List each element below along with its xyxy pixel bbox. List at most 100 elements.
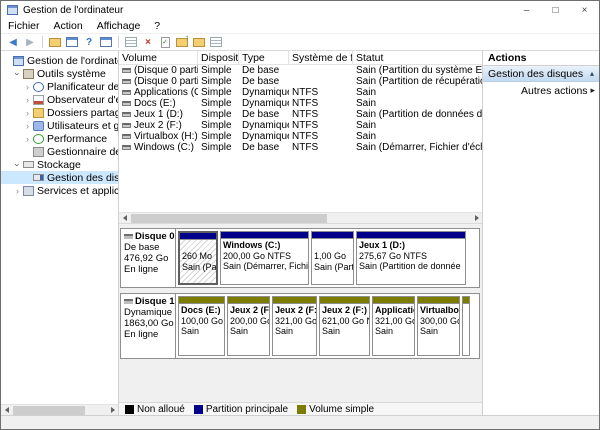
tree-item-label: Gestionnaire de périphériques [47,146,118,158]
menu-fichier[interactable]: Fichier [1,19,47,33]
sidebar-item-utilisateurs-groupes[interactable]: ›Utilisateurs et groupes locaux [1,119,118,132]
partition-status: Sain (Part [182,262,214,273]
disk-1-label[interactable]: Disque 1Dynamique1863,00 GoEn ligne [121,294,176,358]
sidebar-item-gestion-des-disques[interactable]: Gestion des disques [1,171,118,184]
up-level-folder-icon[interactable] [47,35,63,50]
collapsed-chevron-icon[interactable]: › [23,121,32,131]
column-header-volume[interactable]: Volume [119,51,198,64]
scroll-left-icon[interactable] [119,213,130,224]
cell: Simple [198,120,239,131]
cell: (Disque 0 partition 4) [119,76,198,87]
disk-row-0: Disque 0De base476,92 GoEn ligne260 MoSa… [120,228,480,288]
legend-non-alloue: Non alloué [125,404,185,415]
partition-cut[interactable] [462,296,470,356]
expanded-chevron-icon[interactable]: › [13,160,23,169]
table-row[interactable]: Jeux 1 (D:)SimpleDe baseNTFSSain (Partit… [119,109,482,120]
partition-260-mo[interactable]: 260 MoSain (Part [178,231,218,285]
partition-applications[interactable]: Applications321,00 Go N'Sain [372,296,415,356]
delete-volume-icon[interactable]: × [140,35,156,50]
explore-folder-icon[interactable]: ↑ [174,35,190,50]
disk-0-label[interactable]: Disque 0De base476,92 GoEn ligne [121,229,176,287]
partition-status: Sain [420,326,457,337]
help-icon[interactable]: ? [81,35,97,50]
partition-windows-c[interactable]: Windows (C:)200,00 Go NTFSSain (Démarrer… [220,231,309,285]
collapsed-chevron-icon[interactable]: › [13,186,22,196]
collapsed-chevron-icon[interactable]: › [23,95,32,105]
disk-name: Disque 1 [124,296,172,307]
sidebar-item-observateur-evenements[interactable]: ›Observateur d'événements [1,93,118,106]
expanded-chevron-icon[interactable]: › [13,69,23,78]
scrollbar-thumb[interactable] [13,406,85,415]
forward-icon[interactable]: ▶ [22,35,38,50]
actions-item-autres-actions[interactable]: Autres actions▸ [483,82,599,99]
tools-icon [23,69,34,79]
sidebar-item-gestion-ordinateur[interactable]: Gestion de l'ordinateur (local) [1,54,118,67]
sidebar-item-stockage[interactable]: ›Stockage [1,158,118,171]
cell: Simple [198,87,239,98]
column-header-type[interactable]: Type [239,51,289,64]
back-icon[interactable]: ◀ [5,35,21,50]
collapsed-chevron-icon[interactable]: › [23,134,32,144]
partition-jeux-2-f[interactable]: Jeux 2 (F:)621,00 Go NTSain [319,296,370,356]
details-list-icon-glyph [210,37,222,47]
cell-text: (Disque 0 partition 4) [134,76,198,87]
column-header-disposition[interactable]: Disposition [198,51,239,64]
partition-title: Jeux 2 (F:) [230,305,267,316]
collapse-arrow-icon[interactable]: ▴ [590,69,594,78]
device-manager-icon [33,147,44,157]
sidebar-item-performance[interactable]: ›Performance [1,132,118,145]
edit-folder-icon[interactable] [191,35,207,50]
menu-action[interactable]: Action [47,19,90,33]
partition-jeux-2-f[interactable]: Jeux 2 (F:)321,00 Go N'Sain [272,296,317,356]
disk-management-panel: VolumeDispositionTypeSystème de fichiers… [119,51,482,415]
maximize-button[interactable]: □ [541,1,570,19]
column-header-systeme-de-fichiers[interactable]: Système de fichiers [289,51,353,64]
table-row[interactable]: Applications (G:)SimpleDynamiqueNTFSSain [119,87,482,98]
partition-jeux-2-f[interactable]: Jeux 2 (F:)200,00 Go NSain [227,296,270,356]
cell: Sain (Partition de données de base) [353,109,482,120]
close-button[interactable]: × [570,1,599,19]
console-window-icon[interactable] [64,35,80,50]
actions-panel: Actions Gestion des disques ▴ Autres act… [482,51,599,415]
scroll-left-icon[interactable] [1,405,12,416]
actions-section-disk-management[interactable]: Gestion des disques ▴ [483,66,599,82]
table-row[interactable]: Windows (C:)SimpleDe baseNTFSSain (Démar… [119,142,482,153]
sidebar-item-dossiers-partages[interactable]: ›Dossiers partagés [1,106,118,119]
sidebar-item-outils-systeme[interactable]: ›Outils système [1,67,118,80]
table-row[interactable]: Docs (E:)SimpleDynamiqueNTFSSain [119,98,482,109]
disk-name-text: Disque 0 [135,231,175,242]
partition-status: Sain [322,326,367,337]
volume-horizontal-scrollbar[interactable] [119,212,482,223]
scroll-right-icon[interactable] [107,405,118,416]
check-document-icon[interactable]: ✓ [157,35,173,50]
menu-affichage[interactable]: Affichage [90,19,148,33]
tree-item-label: Gestion des disques [47,172,118,184]
table-row[interactable]: (Disque 0 partition 1)SimpleDe baseSain … [119,65,482,76]
collapsed-chevron-icon[interactable]: › [23,108,32,118]
partition-1-00-go[interactable]: 1,00 GoSain (Partitio [311,231,354,285]
partition-title: Jeux 1 (D:) [359,240,463,251]
collapsed-chevron-icon[interactable]: › [23,82,32,92]
partition-jeux-1-d[interactable]: Jeux 1 (D:)275,67 Go NTFSSain (Partition… [356,231,466,285]
details-list-icon[interactable] [208,35,224,50]
scroll-right-icon[interactable] [471,213,482,224]
table-row[interactable]: Jeux 2 (F:)SimpleDynamiqueNTFSSain [119,120,482,131]
scrollbar-thumb[interactable] [131,214,327,223]
tree-horizontal-scrollbar[interactable] [1,404,118,415]
explore-folder-icon-glyph: ↑ [176,38,188,47]
properties-window-icon[interactable] [98,35,114,50]
table-row[interactable]: Virtualbox (H:)SimpleDynamiqueNTFSSain [119,131,482,142]
dialog-icon[interactable] [123,35,139,50]
sidebar-item-planificateur-taches[interactable]: ›Planificateur de tâches [1,80,118,93]
partition-virtualbox[interactable]: Virtualbox (300,00 Go NTSain [417,296,460,356]
column-header-statut[interactable]: Statut [353,51,482,64]
partition-info: 260 MoSain (Part [180,240,216,283]
menu-aide[interactable]: ? [147,19,167,33]
sidebar-item-gestionnaire-peripheriques[interactable]: Gestionnaire de périphériques [1,145,118,158]
sidebar-item-services-applications[interactable]: ›Services et applications [1,184,118,197]
check-document-icon-glyph: ✓ [161,37,170,48]
minimize-button[interactable]: – [512,1,541,19]
legend-partition-principale: Partition principale [194,404,288,415]
table-row[interactable]: (Disque 0 partition 4)SimpleDe baseSain … [119,76,482,87]
partition-docs-e[interactable]: Docs (E:)100,00 Go NSain [178,296,225,356]
